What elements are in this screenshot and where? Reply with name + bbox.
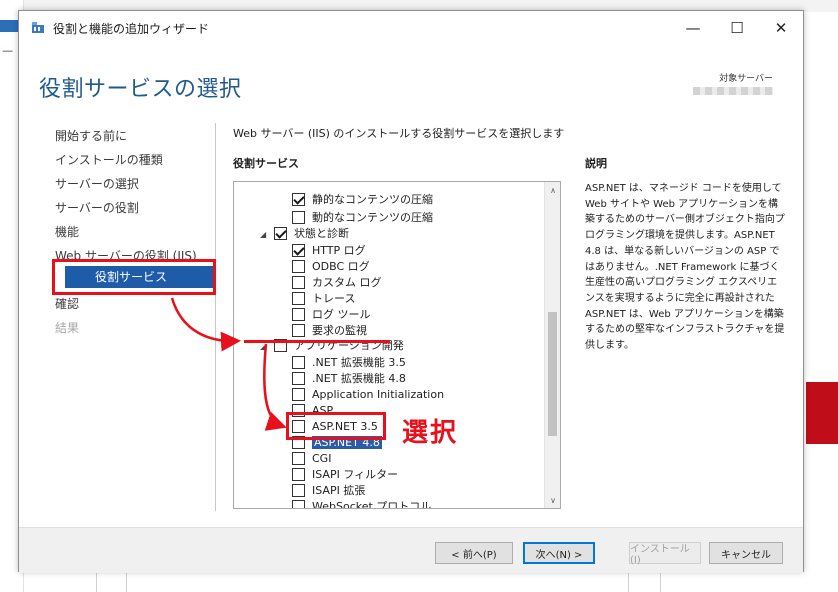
annotation-arrows (170, 297, 287, 431)
arrow-to-aspnet48 (263, 343, 287, 431)
arrow-to-app-dev (170, 297, 241, 352)
